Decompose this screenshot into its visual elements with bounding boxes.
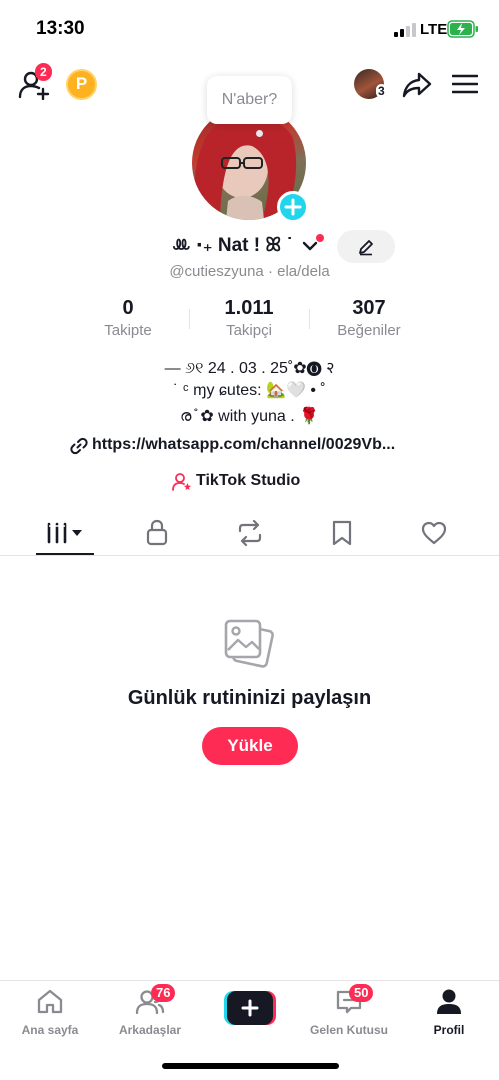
studio-label: TikTok Studio	[196, 472, 301, 489]
tab-reposts[interactable]	[236, 517, 264, 549]
story-count: 3	[376, 84, 387, 98]
stats-row: 0 Takipte 1.011 Takipçi 307 Beğeniler	[0, 297, 499, 347]
inbox-badge: 50	[349, 984, 374, 1002]
content-tabs	[0, 513, 499, 556]
create-button[interactable]	[224, 991, 276, 1025]
active-tab-indicator	[36, 553, 94, 555]
stat-value: 0	[122, 297, 134, 319]
profile-icon	[437, 989, 461, 1014]
bubble-tail	[256, 130, 263, 137]
name-row: ꔛ ‧₊ Nat ! ꕤ ˙	[0, 232, 499, 262]
plus-icon	[241, 999, 259, 1017]
stat-label: Beğeniler	[337, 322, 401, 339]
network-label: LTE	[420, 21, 448, 38]
nav-home[interactable]: Ana sayfa	[0, 987, 100, 1037]
grid-icon	[47, 522, 82, 544]
menu-icon[interactable]	[452, 73, 478, 95]
signal-icon	[394, 23, 416, 37]
tab-favorites[interactable]	[330, 517, 354, 549]
stat-value: 1.011	[224, 297, 274, 319]
repost-icon	[238, 519, 262, 547]
lock-icon	[146, 519, 168, 546]
edit-profile-button[interactable]	[337, 230, 395, 263]
bio-line: ര ̊ ✿ with yuna . 🌹	[179, 408, 320, 425]
heart-icon	[421, 521, 447, 545]
status-time: 13:30	[36, 18, 85, 39]
nav-profile[interactable]: Profil	[399, 987, 499, 1037]
username: @cutieszyuna	[169, 263, 264, 280]
coin-icon: P	[75, 74, 88, 93]
stat-likes[interactable]: 307 Beğeniler	[309, 297, 429, 339]
photo-icon	[224, 619, 274, 668]
stat-following[interactable]: 0 Takipte	[68, 297, 188, 339]
nav-label: Ana sayfa	[21, 1023, 79, 1037]
link-text: https://whatsapp.com/channel/0029Vb...	[92, 436, 396, 453]
battery-icon	[447, 20, 478, 38]
nav-label: Profil	[433, 1023, 465, 1037]
stat-followers[interactable]: 1.011 Takipçi	[189, 297, 309, 339]
nav-label: Arkadaşlar	[118, 1023, 182, 1037]
upload-button[interactable]: Yükle	[202, 727, 298, 765]
bookmark-icon	[332, 520, 352, 546]
notification-dot	[316, 234, 324, 242]
link-icon	[70, 437, 88, 455]
empty-state-title: Günlük rutininizi paylaşın	[127, 687, 372, 709]
coins-button[interactable]: P	[66, 69, 97, 100]
nav-label: Gelen Kutusu	[309, 1023, 388, 1037]
nav-friends[interactable]: Arkadaşlar	[100, 987, 200, 1037]
tab-liked[interactable]	[420, 517, 448, 549]
stat-label: Takipçi	[226, 322, 272, 339]
add-story-button[interactable]	[277, 191, 309, 223]
studio-person-icon	[172, 473, 191, 491]
tab-private[interactable]	[145, 517, 169, 549]
chevron-down-icon[interactable]	[302, 240, 318, 252]
tab-videos[interactable]	[46, 517, 86, 549]
handle-row: @cutieszyuna · ela/dela	[0, 263, 499, 280]
plus-icon	[284, 198, 302, 216]
stat-value: 307	[352, 297, 386, 319]
home-icon	[37, 989, 63, 1014]
status-bar: 13:30 LTE	[0, 0, 499, 60]
bio-line: ˙ ᶜ ɱy ɕuteѕ: 🏡🤍 • ˚	[173, 382, 326, 399]
pencil-icon	[359, 240, 373, 256]
home-indicator	[162, 1063, 339, 1069]
display-name: ꔛ ‧₊ Nat ! ꕤ ˙	[172, 235, 293, 256]
share-icon[interactable]	[402, 71, 432, 99]
friend-requests-badge: 2	[35, 63, 52, 81]
pronouns: · ela/dela	[263, 263, 330, 280]
friends-badge: 76	[151, 984, 176, 1002]
bio-line: — ୬୧ 24 . 03 . 25˚✿🅞 २	[164, 360, 335, 377]
status-bubble[interactable]: N'aber?	[207, 76, 292, 124]
stat-label: Takipte	[104, 322, 152, 339]
